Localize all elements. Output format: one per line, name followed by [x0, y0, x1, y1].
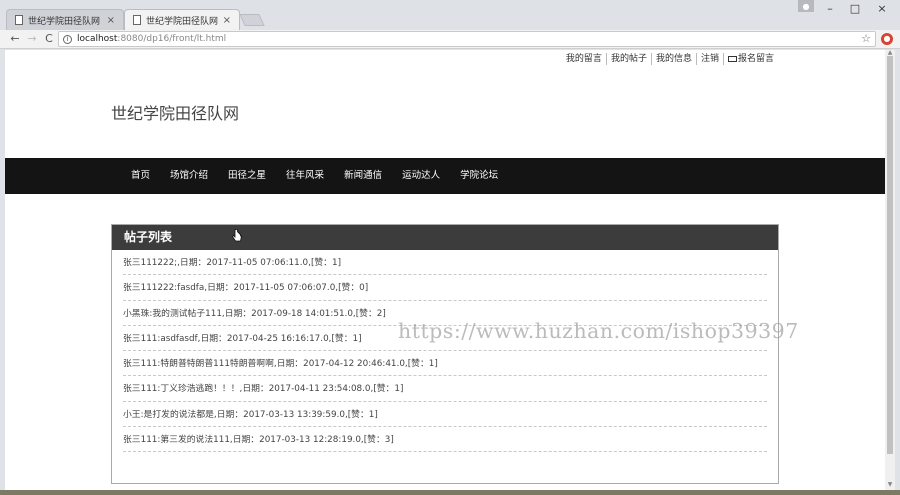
page-viewport: 我的留言 我的帖子 我的信息 注销 报名留言 世纪学院田径队网 首页 场馆介绍 … — [5, 50, 885, 490]
logout-link[interactable]: 注销 — [697, 53, 724, 65]
post-link[interactable]: 张三111222:fasdfa,日期：2017-11-05 07:06:07.0… — [123, 283, 368, 293]
my-posts-link[interactable]: 我的帖子 — [607, 53, 652, 65]
post-list-panel: 帖子列表 张三111222;,日期：2017-11-05 07:06:11.0,… — [111, 224, 779, 484]
new-tab-button[interactable] — [239, 14, 265, 26]
page-scrollbar[interactable]: ▲ ▼ — [885, 50, 895, 490]
post-item[interactable]: 张三111:第三发的说法111,日期：2017-03-13 12:28:19.0… — [123, 427, 767, 453]
minimize-button[interactable]: – — [820, 2, 840, 16]
my-info-link[interactable]: 我的信息 — [652, 53, 697, 65]
post-list: 张三111222;,日期：2017-11-05 07:06:11.0,[赞：1]… — [112, 250, 778, 453]
extension-icon[interactable]: ● — [881, 33, 893, 45]
hand-cursor-icon — [232, 229, 242, 242]
nav-item-home[interactable]: 首页 — [121, 158, 160, 194]
tab-title: 世纪学院田径队网 — [146, 16, 219, 27]
info-icon[interactable]: i — [63, 34, 72, 44]
mail-icon — [727, 55, 737, 62]
desktop-background — [0, 490, 900, 495]
watermark-text: https://www.huzhan.com/ishop39397 — [398, 319, 799, 343]
bookmark-star-icon[interactable]: ☆ — [861, 32, 871, 46]
address-bar[interactable]: i localhost:8080/dp16/front/lt.html ☆ — [58, 31, 876, 47]
nav-item-athletes[interactable]: 运动达人 — [392, 158, 450, 194]
maximize-button[interactable]: □ — [845, 2, 865, 16]
nav-item-past[interactable]: 往年风采 — [276, 158, 334, 194]
signup-message-link[interactable]: 报名留言 — [724, 53, 778, 65]
page-icon — [15, 15, 23, 25]
page-icon — [133, 15, 141, 25]
browser-toolbar: ← → C i localhost:8080/dp16/front/lt.htm… — [0, 30, 900, 49]
post-link[interactable]: 小王:是打发的说法都是,日期：2017-03-13 13:39:59.0,[赞：… — [123, 410, 378, 420]
user-topbar: 我的留言 我的帖子 我的信息 注销 报名留言 — [562, 53, 778, 65]
panel-title: 帖子列表 — [112, 225, 778, 250]
url-path: :8080/dp16/front/lt.html — [117, 34, 227, 44]
post-item[interactable]: 小王:是打发的说法都是,日期：2017-03-13 13:39:59.0,[赞：… — [123, 402, 767, 428]
main-nav: 首页 场馆介绍 田径之星 往年风采 新闻通信 运动达人 学院论坛 — [5, 158, 885, 194]
nav-item-stars[interactable]: 田径之星 — [218, 158, 276, 194]
nav-item-news[interactable]: 新闻通信 — [334, 158, 392, 194]
close-window-button[interactable]: × — [872, 2, 892, 16]
post-item[interactable]: 张三111222;,日期：2017-11-05 07:06:11.0,[赞：1] — [123, 250, 767, 276]
signup-message-label: 报名留言 — [737, 54, 774, 64]
profile-icon[interactable]: ● — [798, 0, 814, 12]
site-title: 世纪学院田径队网 — [111, 104, 240, 123]
url-host: localhost — [77, 34, 118, 44]
scroll-down-icon[interactable]: ▼ — [886, 482, 894, 488]
nav-item-forum[interactable]: 学院论坛 — [450, 158, 508, 194]
browser-tab-active[interactable]: 世纪学院田径队网 × — [124, 9, 240, 30]
post-item[interactable]: 张三111:特朗普特朗普111特朗普啊啊,日期：2017-04-12 20:46… — [123, 351, 767, 377]
post-item[interactable]: 张三111:丁义珍浩逃跑！！！,日期：2017-04-11 23:54:08.0… — [123, 376, 767, 402]
back-button[interactable]: ← — [8, 31, 22, 47]
post-link[interactable]: 张三111222;,日期：2017-11-05 07:06:11.0,[赞：1] — [123, 258, 341, 268]
post-link[interactable]: 张三111:丁义珍浩逃跑！！！,日期：2017-04-11 23:54:08.0… — [123, 384, 403, 394]
reload-button[interactable]: C — [42, 31, 56, 47]
post-link[interactable]: 张三111:asdfasdf,日期：2017-04-25 16:16:17.0,… — [123, 334, 362, 344]
post-link[interactable]: 张三111:特朗普特朗普111特朗普啊啊,日期：2017-04-12 20:46… — [123, 359, 438, 369]
tab-title: 世纪学院田径队网 — [28, 16, 101, 27]
post-link[interactable]: 张三111:第三发的说法111,日期：2017-03-13 12:28:19.0… — [123, 435, 394, 445]
nav-item-venues[interactable]: 场馆介绍 — [160, 158, 218, 194]
browser-tab-strip: 世纪学院田径队网 × 世纪学院田径队网 × ● – □ × — [0, 0, 900, 30]
tab-close-icon[interactable]: × — [223, 15, 231, 26]
forward-button[interactable]: → — [25, 31, 39, 47]
scroll-thumb[interactable] — [887, 56, 893, 454]
my-messages-link[interactable]: 我的留言 — [562, 53, 607, 65]
tab-close-icon[interactable]: × — [107, 15, 115, 26]
browser-tab[interactable]: 世纪学院田径队网 × — [6, 9, 124, 30]
post-link[interactable]: 小黑珠:我的测试帖子111,日期：2017-09-18 14:01:51.0,[… — [123, 309, 386, 319]
post-item[interactable]: 张三111222:fasdfa,日期：2017-11-05 07:06:07.0… — [123, 275, 767, 301]
